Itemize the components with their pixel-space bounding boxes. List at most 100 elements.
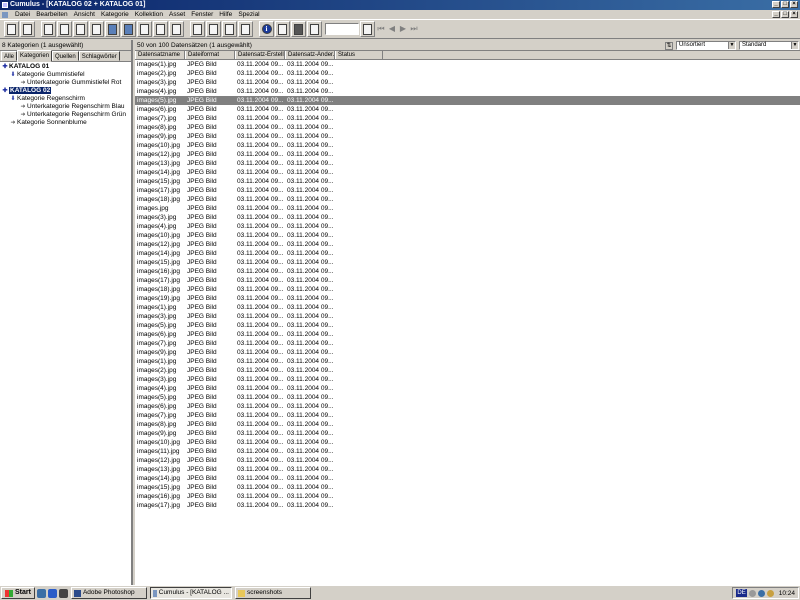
table-row[interactable]: images(5).jpg JPEG Bild 03.11.2004 09... 03… bbox=[135, 393, 800, 402]
table-row[interactable]: images(1).jpg JPEG Bild 03.11.2004 09... 03… bbox=[135, 60, 800, 69]
column-header-dateiformat[interactable]: Dateiformat bbox=[185, 51, 235, 59]
table-row[interactable]: images(17).jpg JPEG Bild 03.11.2004 09... 0… bbox=[135, 186, 800, 195]
table-row[interactable]: images(9).jpg JPEG Bild 03.11.2004 09... 03… bbox=[135, 348, 800, 357]
title-bar[interactable]: Cumulus - [KATALOG 02 + KATALOG 01] _ □ … bbox=[0, 0, 800, 10]
table-row[interactable]: images(14).jpg JPEG Bild 03.11.2004 09... 0… bbox=[135, 168, 800, 177]
column-header-datensatzname[interactable]: Datensatzname bbox=[135, 51, 185, 59]
table-row[interactable]: images(12).jpg JPEG Bild 03.11.2004 09... 0… bbox=[135, 456, 800, 465]
doc-restore-button[interactable]: □ bbox=[781, 11, 789, 18]
table-row[interactable]: images(8).jpg JPEG Bild 03.11.2004 09... 03… bbox=[135, 123, 800, 132]
table-row[interactable]: images.jpg JPEG Bild 03.11.2004 09... 03.11… bbox=[135, 204, 800, 213]
expand-arrow-icon[interactable]: ⬇ bbox=[9, 71, 17, 79]
tree-item-kategorie-sonnenblume[interactable]: ➜Kategorie Sonnenblume bbox=[0, 119, 131, 127]
find-button[interactable] bbox=[360, 21, 375, 37]
table-row[interactable]: images(15).jpg JPEG Bild 03.11.2004 09... 0… bbox=[135, 177, 800, 186]
table-row[interactable]: images(9).jpg JPEG Bild 03.11.2004 09... 03… bbox=[135, 132, 800, 141]
column-header-erstellt[interactable]: Datensatz-Erstell... bbox=[235, 51, 285, 59]
menu-kollektion[interactable]: Kollektion bbox=[132, 10, 166, 19]
table-row[interactable]: images(4).jpg JPEG Bild 03.11.2004 09... 03… bbox=[135, 384, 800, 393]
info-button[interactable]: i bbox=[259, 21, 274, 37]
page-button-1[interactable] bbox=[190, 21, 205, 37]
slideshow-button[interactable] bbox=[307, 21, 322, 37]
table-row[interactable]: images(15).jpg JPEG Bild 03.11.2004 09... 0… bbox=[135, 258, 800, 267]
table-row[interactable]: images(3).jpg JPEG Bild 03.11.2004 09... 03… bbox=[135, 78, 800, 87]
table-row[interactable]: images(7).jpg JPEG Bild 03.11.2004 09... 03… bbox=[135, 411, 800, 420]
expand-arrow-icon[interactable]: ⬇ bbox=[9, 95, 17, 103]
taskbar-item-photoshop[interactable]: Adobe Photoshop bbox=[70, 587, 147, 599]
table-row[interactable]: images(14).jpg JPEG Bild 03.11.2004 09... 0… bbox=[135, 474, 800, 483]
table-row[interactable]: images(17).jpg JPEG Bild 03.11.2004 09... 0… bbox=[135, 276, 800, 285]
first-record-icon[interactable]: ⏮ bbox=[376, 22, 386, 36]
view-eye-button[interactable] bbox=[275, 21, 290, 37]
table-row[interactable]: images(10).jpg JPEG Bild 03.11.2004 09... 0… bbox=[135, 438, 800, 447]
sort-dropdown[interactable]: Unsortiert ▼ bbox=[676, 41, 736, 50]
tree-item-unterkategorie-regenschirm-blau[interactable]: ➜Unterkategorie Regenschirm Blau bbox=[0, 103, 131, 111]
tree-item-kategorie-gummistiefel[interactable]: ⬇Kategorie Gummistiefel bbox=[0, 71, 131, 79]
clock[interactable]: 10:24 bbox=[779, 590, 795, 597]
table-row[interactable]: images(9).jpg JPEG Bild 03.11.2004 09... 03… bbox=[135, 429, 800, 438]
page-button-4[interactable] bbox=[238, 21, 253, 37]
menu-kategorie[interactable]: Kategorie bbox=[98, 10, 132, 19]
tree-item-unterkategorie-regenschirm-gruen[interactable]: ➜Unterkategorie Regenschirm Grün bbox=[0, 111, 131, 119]
table-row[interactable]: images(13).jpg JPEG Bild 03.11.2004 09... 0… bbox=[135, 159, 800, 168]
taskbar-item-cumulus[interactable]: Cumulus - [KATALOG ... bbox=[149, 587, 232, 599]
menu-fenster[interactable]: Fenster bbox=[188, 10, 216, 19]
filmstrip-button[interactable] bbox=[291, 21, 306, 37]
menu-ansicht[interactable]: Ansicht bbox=[71, 10, 98, 19]
table-row[interactable]: images(19).jpg JPEG Bild 03.11.2004 09... 0… bbox=[135, 294, 800, 303]
close-button[interactable]: × bbox=[790, 1, 798, 8]
table-row[interactable]: images(12).jpg JPEG Bild 03.11.2004 09... 0… bbox=[135, 150, 800, 159]
table-row[interactable]: images(16).jpg JPEG Bild 03.11.2004 09... 0… bbox=[135, 267, 800, 276]
menu-spezial[interactable]: Spezial bbox=[235, 10, 262, 19]
maximize-button[interactable]: □ bbox=[781, 1, 789, 8]
catalog-button[interactable] bbox=[41, 21, 56, 37]
thumbnail-view-button[interactable] bbox=[137, 21, 152, 37]
minimize-button[interactable]: _ bbox=[772, 1, 780, 8]
table-row[interactable]: images(1).jpg JPEG Bild 03.11.2004 09... 03… bbox=[135, 357, 800, 366]
table-row[interactable]: images(17).jpg JPEG Bild 03.11.2004 09... 0… bbox=[135, 501, 800, 510]
chevron-down-icon[interactable]: ▼ bbox=[728, 42, 735, 49]
last-record-icon[interactable]: ⏭ bbox=[409, 22, 419, 36]
volume-icon[interactable] bbox=[766, 589, 774, 597]
table-row[interactable]: images(15).jpg JPEG Bild 03.11.2004 09... 0… bbox=[135, 483, 800, 492]
tab-kategorien[interactable]: Kategorien bbox=[17, 50, 53, 62]
table-row[interactable]: images(1).jpg JPEG Bild 03.11.2004 09... 03… bbox=[135, 303, 800, 312]
menu-bearbeiten[interactable]: Bearbeiten bbox=[33, 10, 70, 19]
network-icon[interactable] bbox=[748, 589, 756, 597]
collection-button[interactable] bbox=[57, 21, 72, 37]
table-row[interactable]: images(5).jpg JPEG Bild 03.11.2004 09... 03… bbox=[135, 96, 800, 105]
tree-item-katalog-02[interactable]: ✚ KATALOG 02 bbox=[0, 87, 131, 95]
table-row[interactable]: images(18).jpg JPEG Bild 03.11.2004 09... 0… bbox=[135, 195, 800, 204]
table-row[interactable]: images(13).jpg JPEG Bild 03.11.2004 09... 0… bbox=[135, 465, 800, 474]
antivirus-icon[interactable] bbox=[757, 589, 765, 597]
table-row[interactable]: images(6).jpg JPEG Bild 03.11.2004 09... 03… bbox=[135, 402, 800, 411]
table-row[interactable]: images(6).jpg JPEG Bild 03.11.2004 09... 03… bbox=[135, 330, 800, 339]
details-view-button[interactable] bbox=[105, 21, 120, 37]
table-row[interactable]: images(5).jpg JPEG Bild 03.11.2004 09... 03… bbox=[135, 321, 800, 330]
document-icon[interactable] bbox=[2, 11, 8, 18]
previous-record-icon[interactable]: ◀ bbox=[387, 22, 397, 36]
chevron-down-icon[interactable]: ▼ bbox=[791, 42, 798, 49]
tab-schlagwoerter[interactable]: Schlagwörter bbox=[78, 51, 120, 61]
search-collection-button[interactable] bbox=[73, 21, 88, 37]
tree-item-katalog-01[interactable]: ✚KATALOG 01 bbox=[0, 63, 131, 71]
table-row[interactable]: images(8).jpg JPEG Bild 03.11.2004 09... 03… bbox=[135, 420, 800, 429]
table-row[interactable]: images(16).jpg JPEG Bild 03.11.2004 09... 0… bbox=[135, 492, 800, 501]
open-catalog-button[interactable] bbox=[20, 21, 35, 37]
tab-alle[interactable]: Alle bbox=[1, 51, 18, 61]
table-row[interactable]: images(4).jpg JPEG Bild 03.11.2004 09... 03… bbox=[135, 222, 800, 231]
tree-item-kategorie-regenschirm[interactable]: ⬇Kategorie Regenschirm bbox=[0, 95, 131, 103]
column-header-status[interactable]: Status bbox=[335, 51, 383, 59]
table-row[interactable]: images(18).jpg JPEG Bild 03.11.2004 09... 0… bbox=[135, 285, 800, 294]
language-indicator[interactable]: DE bbox=[736, 589, 747, 597]
column-header-geaendert[interactable]: Datensatz-Änder... bbox=[285, 51, 335, 59]
quick-search-input[interactable] bbox=[325, 23, 359, 35]
internet-explorer-icon[interactable] bbox=[47, 588, 57, 598]
table-row[interactable]: images(3).jpg JPEG Bild 03.11.2004 09... 03… bbox=[135, 375, 800, 384]
view-dropdown[interactable]: Standard ▼ bbox=[739, 41, 799, 50]
table-row[interactable]: images(10).jpg JPEG Bild 03.11.2004 09... 0… bbox=[135, 141, 800, 150]
table-row[interactable]: images(2).jpg JPEG Bild 03.11.2004 09... 03… bbox=[135, 69, 800, 78]
page-button-2[interactable] bbox=[206, 21, 221, 37]
next-record-icon[interactable]: ▶ bbox=[398, 22, 408, 36]
expand-arrow-icon[interactable]: ✚ bbox=[1, 87, 9, 95]
